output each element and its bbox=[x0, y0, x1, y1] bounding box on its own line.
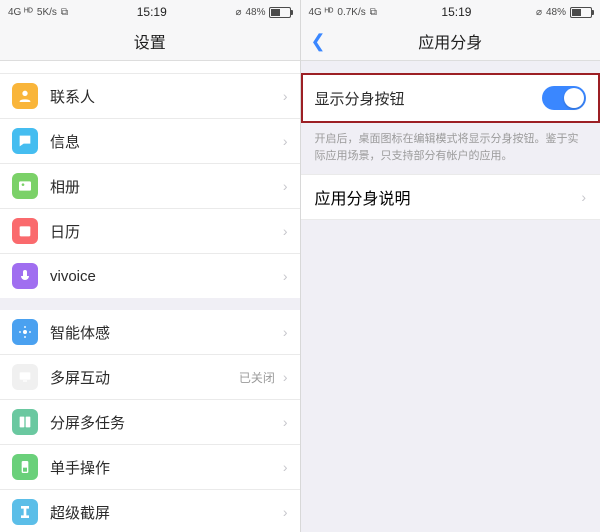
row-label: 超级截屏 bbox=[50, 502, 283, 523]
onehand-icon bbox=[12, 454, 38, 480]
back-button[interactable]: ❮ bbox=[311, 31, 326, 52]
sim-icon: ⧉ bbox=[61, 7, 68, 18]
show-clone-button-switch[interactable] bbox=[542, 86, 586, 110]
settings-row-calendar[interactable]: 日历› bbox=[0, 209, 300, 254]
toggle-label: 显示分身按钮 bbox=[315, 88, 543, 109]
clock: 15:19 bbox=[441, 5, 471, 19]
net-indicator: 4G ᴴᴰ bbox=[8, 7, 33, 18]
chevron-right-icon: › bbox=[283, 133, 288, 149]
chevron-right-icon: › bbox=[581, 189, 586, 205]
page-title: 应用分身 bbox=[418, 29, 482, 53]
settings-row-snip[interactable]: 超级截屏› bbox=[0, 490, 300, 532]
row-label: vivoice bbox=[50, 268, 283, 285]
vibrate-icon: ⌀ bbox=[235, 7, 241, 18]
chevron-right-icon: › bbox=[283, 88, 288, 104]
battery-percent: 48% bbox=[245, 7, 265, 18]
calendar-icon bbox=[12, 218, 38, 244]
message-icon bbox=[12, 128, 38, 154]
settings-list[interactable]: 联系人›信息›相册›日历›vivoice› 智能体感›多屏互动已关闭›分屏多任务… bbox=[0, 61, 300, 532]
list-row-partial bbox=[0, 61, 300, 74]
cast-icon bbox=[12, 364, 38, 390]
settings-row-cast[interactable]: 多屏互动已关闭 › bbox=[0, 355, 300, 400]
row-label: 日历 bbox=[50, 221, 283, 242]
status-bar: 4G ᴴᴰ 0.7K/s ⧉ 15:19 ⌀ 48% bbox=[301, 0, 600, 22]
row-label: 联系人 bbox=[50, 86, 283, 107]
row-label: 相册 bbox=[50, 176, 283, 197]
chevron-right-icon: › bbox=[283, 459, 288, 475]
row-label: 多屏互动 bbox=[50, 367, 239, 388]
row-label: 信息 bbox=[50, 131, 283, 152]
row-label: 分屏多任务 bbox=[50, 412, 283, 433]
net-indicator: 4G ᴴᴰ bbox=[309, 7, 334, 18]
row-label: 应用分身说明 bbox=[315, 185, 411, 209]
vibrate-icon: ⌀ bbox=[536, 7, 542, 18]
snip-icon bbox=[12, 499, 38, 525]
navbar: 设置 bbox=[0, 22, 300, 61]
settings-group: 联系人›信息›相册›日历›vivoice› bbox=[0, 74, 300, 298]
settings-row-message[interactable]: 信息› bbox=[0, 119, 300, 164]
settings-row-onehand[interactable]: 单手操作› bbox=[0, 445, 300, 490]
status-bar: 4G ᴴᴰ 5K/s ⧉ 15:19 ⌀ 48% bbox=[0, 0, 300, 22]
split-icon bbox=[12, 409, 38, 435]
chevron-right-icon: › bbox=[283, 414, 288, 430]
settings-row-mic[interactable]: vivoice› bbox=[0, 254, 300, 298]
net-speed: 0.7K/s bbox=[337, 7, 365, 18]
battery-icon bbox=[570, 7, 592, 18]
clone-list: 显示分身按钮 开启后，桌面图标在编辑模式将显示分身按钮。鉴于实际应用场景，只支持… bbox=[301, 61, 600, 532]
chevron-right-icon: › bbox=[283, 223, 288, 239]
navbar: ❮ 应用分身 bbox=[301, 22, 600, 61]
settings-row-sense[interactable]: 智能体感› bbox=[0, 310, 300, 355]
help-text: 开启后，桌面图标在编辑模式将显示分身按钮。鉴于实际应用场景，只支持部分有帐户的应… bbox=[301, 123, 600, 174]
page-title: 设置 bbox=[134, 29, 166, 53]
group-separator bbox=[301, 61, 600, 73]
settings-row-contact[interactable]: 联系人› bbox=[0, 74, 300, 119]
chevron-right-icon: › bbox=[283, 324, 288, 340]
chevron-right-icon: › bbox=[283, 178, 288, 194]
sense-icon bbox=[12, 319, 38, 345]
chevron-right-icon: › bbox=[283, 369, 288, 385]
row-label: 单手操作 bbox=[50, 457, 283, 478]
gallery-icon bbox=[12, 173, 38, 199]
app-clone-screen: 4G ᴴᴰ 0.7K/s ⧉ 15:19 ⌀ 48% ❮ 应用分身 显示分身按钮… bbox=[301, 0, 600, 532]
clone-explain-row[interactable]: 应用分身说明 › bbox=[301, 174, 600, 220]
chevron-right-icon: › bbox=[283, 504, 288, 520]
sim-icon: ⧉ bbox=[370, 7, 377, 18]
row-label: 智能体感 bbox=[50, 322, 283, 343]
show-clone-button-row[interactable]: 显示分身按钮 bbox=[301, 73, 600, 123]
battery-icon bbox=[269, 7, 291, 18]
settings-screen: 4G ᴴᴰ 5K/s ⧉ 15:19 ⌀ 48% 设置 联系人›信息›相册›日历… bbox=[0, 0, 301, 532]
row-value: 已关闭 bbox=[239, 369, 275, 386]
settings-row-gallery[interactable]: 相册› bbox=[0, 164, 300, 209]
contact-icon bbox=[12, 83, 38, 109]
battery-percent: 48% bbox=[546, 7, 566, 18]
settings-row-split[interactable]: 分屏多任务› bbox=[0, 400, 300, 445]
group-separator bbox=[0, 298, 300, 310]
net-speed: 5K/s bbox=[37, 7, 57, 18]
mic-icon bbox=[12, 263, 38, 289]
settings-group: 智能体感›多屏互动已关闭›分屏多任务›单手操作›超级截屏›应用分身› bbox=[0, 310, 300, 532]
chevron-right-icon: › bbox=[283, 268, 288, 284]
clock: 15:19 bbox=[137, 5, 167, 19]
